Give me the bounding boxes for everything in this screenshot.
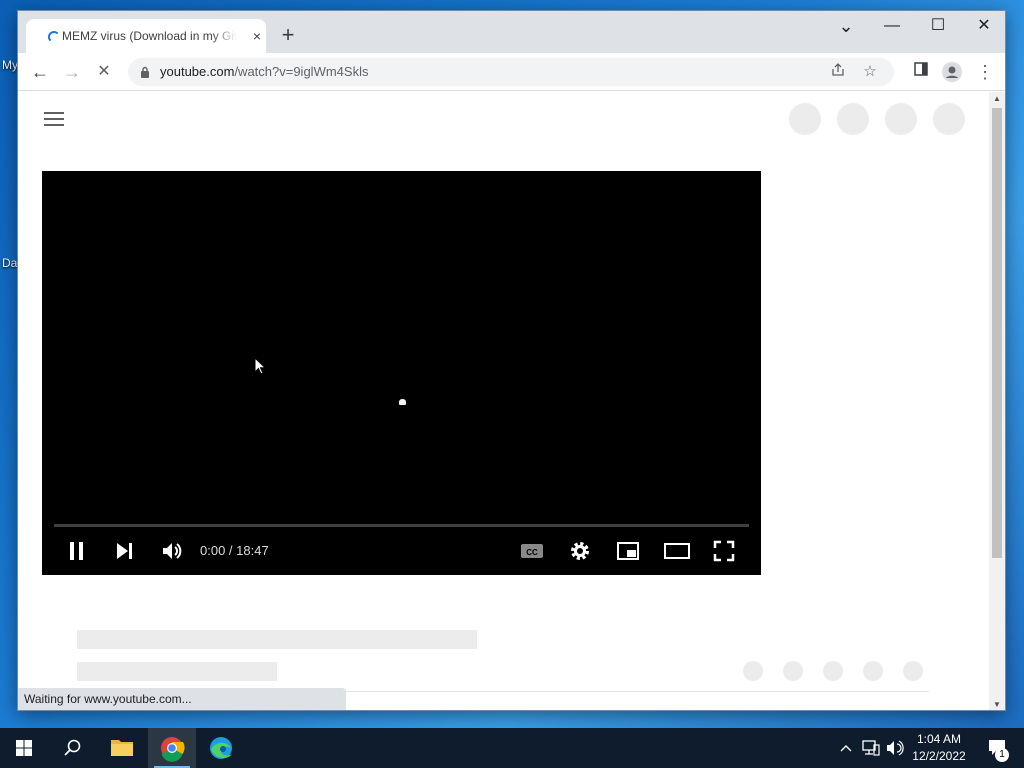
notification-badge: 1	[995, 748, 1009, 762]
tab-strip: MEMZ virus (Download in my GitHub) × + ⌄…	[18, 11, 1005, 53]
tab-close-icon[interactable]: ×	[248, 27, 266, 45]
new-tab-button[interactable]: +	[276, 24, 300, 48]
next-icon[interactable]	[114, 539, 136, 563]
browser-toolbar: ← → ✕ youtube.com/watch?v=9iglWm4Skls ☆ …	[18, 53, 1005, 91]
hamburger-menu-icon[interactable]	[44, 112, 64, 126]
loading-spinner-icon	[399, 399, 406, 405]
fullscreen-icon[interactable]	[712, 539, 736, 563]
page-scrollbar[interactable]: ▲ ▼	[989, 92, 1005, 710]
close-window-button[interactable]: ✕	[961, 11, 1005, 41]
header-placeholder	[933, 103, 965, 135]
svg-text:CC: CC	[526, 548, 538, 557]
time-display: 0:00 / 18:47	[200, 543, 269, 558]
edge-icon	[210, 737, 232, 759]
chevron-up-icon	[840, 745, 852, 752]
theater-mode-icon[interactable]	[664, 539, 690, 563]
pause-icon[interactable]	[66, 539, 88, 563]
clock-date: 12/2/2022	[912, 749, 966, 763]
show-hidden-icons-button[interactable]	[836, 728, 856, 768]
title-placeholder	[77, 630, 477, 649]
network-icon[interactable]	[860, 728, 882, 768]
tab-search-button[interactable]: ⌄	[823, 11, 869, 41]
scroll-down-icon[interactable]: ▼	[989, 698, 1005, 710]
windows-logo-icon	[16, 740, 32, 756]
chrome-icon	[161, 737, 185, 762]
profile-avatar-icon[interactable]	[942, 62, 962, 82]
status-bubble: Waiting for www.youtube.com...	[18, 688, 346, 710]
action-placeholder	[823, 661, 843, 681]
address-bar[interactable]: youtube.com/watch?v=9iglWm4Skls ☆	[128, 58, 894, 86]
side-panel-icon[interactable]	[911, 62, 931, 82]
subtitle-placeholder	[77, 662, 277, 681]
tab-active[interactable]: MEMZ virus (Download in my GitHub) ×	[26, 19, 266, 53]
minimize-button[interactable]: —	[869, 11, 915, 41]
header-placeholder	[789, 103, 821, 135]
header-placeholder	[885, 103, 917, 135]
file-explorer-button[interactable]	[98, 728, 146, 768]
loading-spinner-icon	[48, 31, 60, 43]
volume-icon[interactable]	[160, 539, 184, 563]
page-content: 0:00 / 18:47 CC	[18, 92, 990, 710]
desktop-icon-label[interactable]: My	[2, 58, 18, 72]
search-icon	[64, 739, 81, 756]
tab-title: MEMZ virus (Download in my GitHub)	[62, 29, 237, 43]
lock-icon[interactable]	[140, 66, 150, 78]
system-clock[interactable]: 1:04 AM 12/2/2022	[906, 731, 972, 765]
scroll-up-icon[interactable]: ▲	[989, 92, 1005, 106]
scrollbar-thumb[interactable]	[992, 108, 1002, 558]
action-placeholder	[783, 661, 803, 681]
stop-loading-button[interactable]: ✕	[90, 58, 118, 86]
action-placeholder	[903, 661, 923, 681]
settings-gear-icon[interactable]	[568, 539, 592, 563]
share-icon[interactable]	[828, 62, 848, 82]
volume-tray-icon[interactable]	[884, 728, 906, 768]
start-button[interactable]	[0, 728, 48, 768]
forward-button[interactable]: →	[58, 58, 86, 86]
clock-time: 1:04 AM	[916, 732, 962, 746]
mouse-cursor-icon	[254, 357, 266, 375]
maximize-button[interactable]: ☐	[915, 11, 961, 41]
menu-kebab-icon[interactable]: ⋮	[975, 62, 995, 82]
captions-icon[interactable]: CC	[520, 539, 544, 563]
notification-center-button[interactable]: 1	[978, 728, 1018, 768]
url-path: /watch?v=9iglWm4Skls	[234, 64, 369, 79]
search-button[interactable]	[48, 728, 96, 768]
taskbar: 1:04 AM 12/2/2022 1	[0, 728, 1024, 768]
bookmark-star-icon[interactable]: ☆	[860, 62, 880, 82]
edge-taskbar-button[interactable]	[197, 728, 245, 768]
action-placeholder	[863, 661, 883, 681]
browser-window: MEMZ virus (Download in my GitHub) × + ⌄…	[17, 10, 1006, 711]
header-placeholder	[837, 103, 869, 135]
folder-icon	[111, 740, 133, 756]
action-placeholder	[743, 661, 763, 681]
back-button[interactable]: ←	[26, 58, 54, 86]
url-host: youtube.com	[160, 64, 235, 79]
video-player[interactable]: 0:00 / 18:47 CC	[42, 171, 761, 575]
url-text: youtube.com/watch?v=9iglWm4Skls	[160, 64, 368, 79]
miniplayer-icon[interactable]	[616, 539, 640, 563]
chrome-taskbar-button[interactable]	[148, 728, 196, 768]
progress-bar[interactable]	[54, 524, 749, 527]
desktop-icon-label[interactable]: Da	[2, 256, 17, 270]
